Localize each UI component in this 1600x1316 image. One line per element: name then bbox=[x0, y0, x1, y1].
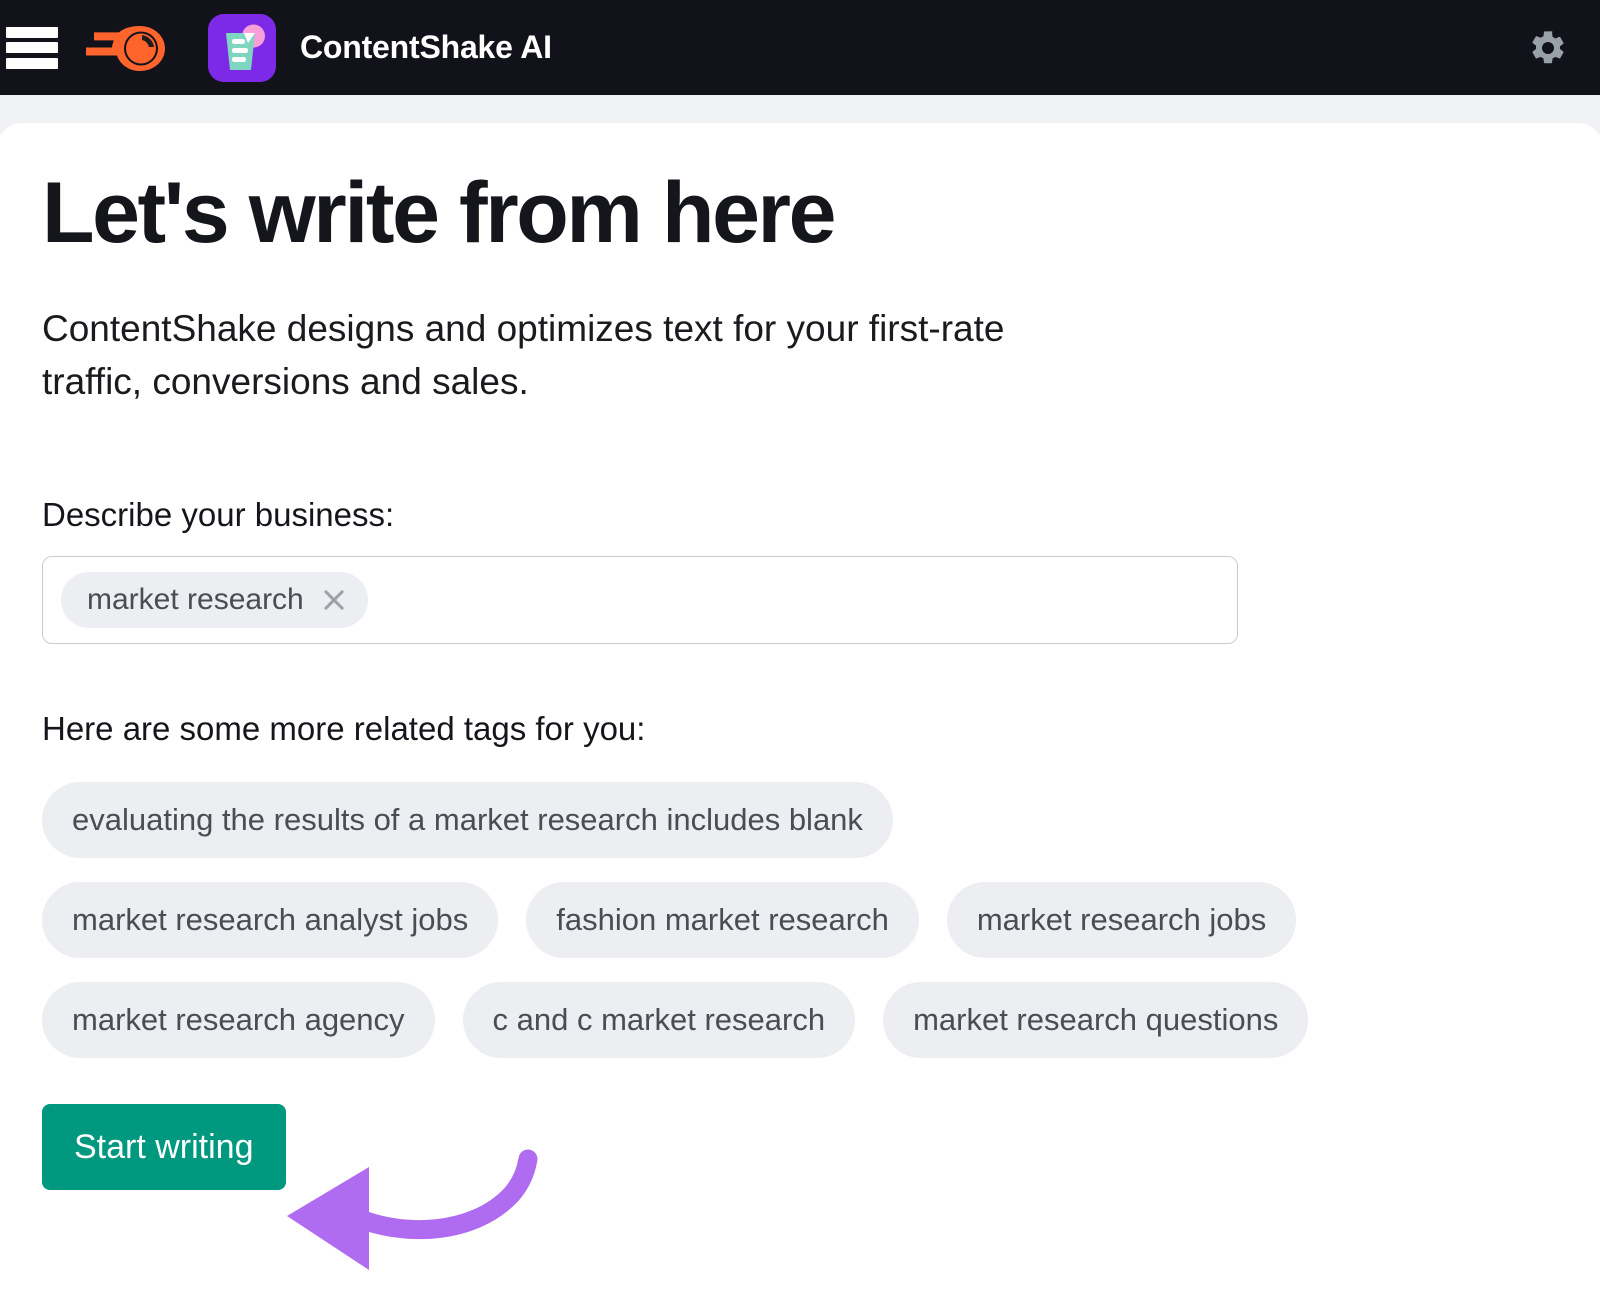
gear-icon[interactable] bbox=[1520, 20, 1576, 76]
contentshake-cup-glyph bbox=[208, 13, 276, 82]
top-bar: ContentShake AI bbox=[0, 0, 1600, 95]
related-tag-pill[interactable]: c and c market research bbox=[462, 982, 856, 1059]
related-tags-row: market research analyst jobs fashion mar… bbox=[42, 882, 1542, 959]
related-tag-pill[interactable]: fashion market research bbox=[526, 882, 919, 959]
semrush-comet-glyph bbox=[86, 25, 165, 71]
page-title: Let's write from here bbox=[42, 165, 836, 261]
hamburger-bar bbox=[6, 42, 58, 53]
content-inner: Let's write from here ContentShake desig… bbox=[42, 165, 1542, 1191]
page-subtitle: ContentShake designs and optimizes text … bbox=[42, 308, 1005, 402]
hamburger-bar bbox=[6, 57, 58, 69]
related-tag-pill[interactable]: market research questions bbox=[883, 982, 1309, 1059]
related-tags-label: Here are some more related tags for you: bbox=[42, 710, 646, 748]
gear-glyph bbox=[1532, 30, 1564, 63]
related-tags-row: market research agency c and c market re… bbox=[42, 982, 1542, 1059]
hamburger-menu-icon[interactable] bbox=[6, 25, 58, 71]
close-x-icon[interactable] bbox=[320, 586, 348, 614]
related-tag-pill[interactable]: evaluating the results of a market resea… bbox=[42, 782, 893, 859]
start-writing-button[interactable]: Start writing bbox=[42, 1104, 286, 1191]
semrush-logo-icon[interactable] bbox=[84, 20, 168, 76]
business-tag-chip[interactable]: market research bbox=[61, 572, 368, 629]
related-tags-row: evaluating the results of a market resea… bbox=[42, 782, 1542, 859]
describe-business-input[interactable]: market research bbox=[42, 556, 1238, 645]
content-card: Let's write from here ContentShake desig… bbox=[0, 123, 1600, 1316]
app-title: ContentShake AI bbox=[300, 29, 552, 65]
hamburger-bar bbox=[6, 26, 58, 38]
business-tag-label: market research bbox=[87, 583, 304, 617]
close-x-glyph bbox=[324, 590, 344, 610]
related-tag-pill[interactable]: market research analyst jobs bbox=[42, 882, 499, 959]
describe-business-label: Describe your business: bbox=[42, 496, 395, 534]
related-tags-container: evaluating the results of a market resea… bbox=[42, 782, 1542, 1059]
contentshake-app-icon[interactable] bbox=[208, 13, 276, 82]
related-tag-pill[interactable]: market research agency bbox=[42, 982, 435, 1059]
related-tag-pill[interactable]: market research jobs bbox=[946, 882, 1297, 959]
